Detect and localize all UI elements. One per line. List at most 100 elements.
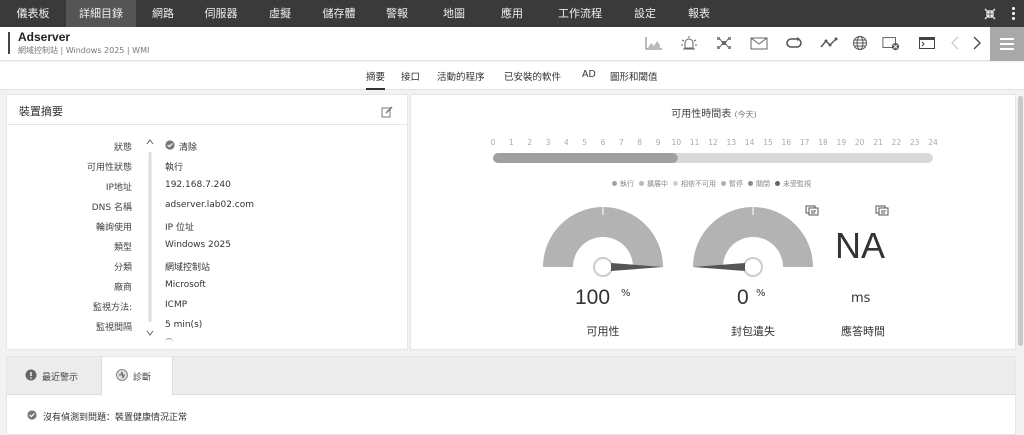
packet-loss-label: 封包遺失: [731, 325, 775, 338]
status-label: 狀態: [113, 143, 132, 153]
legend-item: 關閉: [748, 179, 770, 189]
graph-icon[interactable]: [820, 35, 838, 51]
nav-apps[interactable]: 應用: [484, 0, 540, 27]
nav-storage[interactable]: 儲存體: [308, 0, 370, 27]
tab-ad[interactable]: AD: [582, 69, 596, 80]
globe-icon[interactable]: [851, 35, 869, 51]
chevron-left-icon[interactable]: [946, 35, 964, 51]
legend-label: 未受監視: [783, 179, 811, 188]
nav-right-icons: [978, 0, 1024, 27]
device-title: Adserver: [18, 30, 71, 44]
legend-dot: [612, 181, 617, 186]
hour-tick-label: 13: [727, 138, 737, 147]
ip-address-value: 192.168.7.240: [165, 180, 231, 190]
tab-interfaces[interactable]: 接口: [401, 69, 420, 83]
menu-button[interactable]: [990, 27, 1024, 61]
legend-dot: [721, 181, 726, 186]
availability-title-text: 可用性時間表: [671, 109, 732, 120]
availability-gauge: [543, 207, 663, 277]
hour-tick-label: 7: [619, 138, 624, 147]
bottom-panel: 最近警示 診斷 沒有偵測到問題：裝置健康情況正常: [6, 356, 1016, 435]
packet-loss-unit: %: [756, 288, 766, 299]
timeline-up-segment: [493, 153, 678, 163]
availability-unit: %: [621, 288, 631, 299]
hour-axis: 0 1 2 3 4 5 6 7 8 9 10 11 12 13 14 15 16 17 18 19 20 21 22 23 24: [491, 138, 938, 147]
availability-label: 可用性: [586, 325, 620, 338]
diagnostics-message: 沒有偵測到問題：裝置健康情況正常: [27, 410, 187, 423]
nav-settings[interactable]: 設定: [620, 0, 670, 27]
hour-tick-label: 6: [601, 138, 606, 147]
hour-tick-label: 17: [800, 138, 810, 147]
legend-item: 執行: [612, 179, 634, 189]
status-text: 清除: [179, 143, 198, 153]
response-time-unit: ms: [851, 291, 871, 306]
category-value: 網域控制站: [165, 263, 211, 273]
device-header: Adserver 網域控制站 | Windows 2025 | WMI: [0, 27, 1024, 61]
summary-scrollbar[interactable]: [146, 138, 154, 338]
nav-workflow[interactable]: 工作流程: [540, 0, 620, 27]
network-icon[interactable]: [715, 35, 733, 51]
hour-tick-label: 3: [546, 138, 551, 147]
nav-servers[interactable]: 伺服器: [190, 0, 252, 27]
monitoring-interval-label: 監視間隔: [95, 323, 132, 333]
mail-icon[interactable]: [750, 35, 768, 51]
tab-recent-alerts-label: 最近警示: [42, 372, 79, 383]
hour-tick-label: 23: [910, 138, 920, 147]
alarm-icon[interactable]: [680, 35, 698, 51]
nav-dashboard[interactable]: 儀表板: [0, 0, 66, 27]
copy-icon[interactable]: [805, 201, 819, 220]
device-subtitle: 網域控制站 | Windows 2025 | WMI: [18, 46, 150, 55]
nav-virtual[interactable]: 虛擬: [252, 0, 308, 27]
availability-title-suffix: (今天): [734, 110, 757, 119]
nav-maps[interactable]: 地圖: [424, 0, 484, 27]
availability-value: 100: [575, 286, 611, 309]
legend-dot: [748, 181, 753, 186]
legend-dot: [775, 181, 780, 186]
nav-reports[interactable]: 報表: [670, 0, 728, 27]
top-navigation: 儀表板 詳細目錄 網路 伺服器 虛擬 儲存體 警報 地圖 應用 工作流程 設定 …: [0, 0, 1024, 27]
legend-label: 執行: [620, 179, 634, 188]
copy-icon[interactable]: [875, 201, 889, 220]
hour-tick-label: 19: [837, 138, 847, 147]
hour-tick-label: 21: [873, 138, 883, 147]
legend-label: 相依不可用: [681, 179, 716, 188]
edit-icon[interactable]: [381, 103, 393, 122]
legend-item: 擴展中: [639, 179, 668, 189]
category-label: 分類: [113, 263, 132, 273]
more-vertical-icon[interactable]: [1002, 0, 1024, 27]
tab-diagnostics[interactable]: 診斷: [101, 357, 173, 396]
monitoring-method-label: 監視方法:: [92, 303, 132, 313]
hour-tick-label: 15: [763, 138, 773, 147]
legend-item: 相依不可用: [673, 179, 716, 189]
tab-installed-software[interactable]: 已安裝的軟件: [504, 69, 561, 83]
chart-icon[interactable]: [645, 35, 663, 51]
header-accent-bar: [8, 32, 10, 54]
hour-tick-label: 16: [782, 138, 792, 147]
tab-graphs-thresholds[interactable]: 圖形和閾值: [610, 69, 658, 83]
tab-processes[interactable]: 活動的程序: [437, 69, 485, 83]
tab-recent-alerts[interactable]: 最近警示: [11, 357, 99, 395]
diagnostics-message-text: 沒有偵測到問題：裝置健康情況正常: [43, 413, 188, 423]
check-circle-icon: [165, 140, 175, 153]
poll-using-label: 輪詢使用: [95, 223, 132, 233]
device-summary-panel: 裝置摘要 狀態 清除 可用性狀態 執行 IP地址 192.168.7.240 D…: [6, 94, 408, 350]
page-scrollbar[interactable]: [1017, 94, 1024, 350]
collapse-icon[interactable]: [978, 0, 1002, 27]
nav-network[interactable]: 網路: [136, 0, 190, 27]
type-value: Windows 2025: [165, 240, 231, 250]
type-label: 類型: [113, 243, 132, 253]
loop-icon[interactable]: [785, 35, 803, 51]
window-close-icon[interactable]: [882, 35, 900, 51]
tab-summary[interactable]: 摘要: [366, 69, 386, 90]
gauges: [543, 207, 813, 277]
nav-alarms[interactable]: 警報: [370, 0, 424, 27]
nav-inventory[interactable]: 詳細目錄: [66, 0, 136, 27]
chevron-right-icon[interactable]: [968, 35, 986, 51]
next-row-indicator: [165, 338, 173, 344]
hour-tick-label: 10: [672, 138, 682, 147]
legend-label: 關閉: [756, 179, 770, 188]
availability-title: 可用性時間表 (今天): [411, 105, 1017, 120]
hour-tick-label: 8: [637, 138, 642, 147]
terminal-icon[interactable]: [918, 35, 936, 51]
hour-tick-label: 9: [656, 138, 661, 147]
